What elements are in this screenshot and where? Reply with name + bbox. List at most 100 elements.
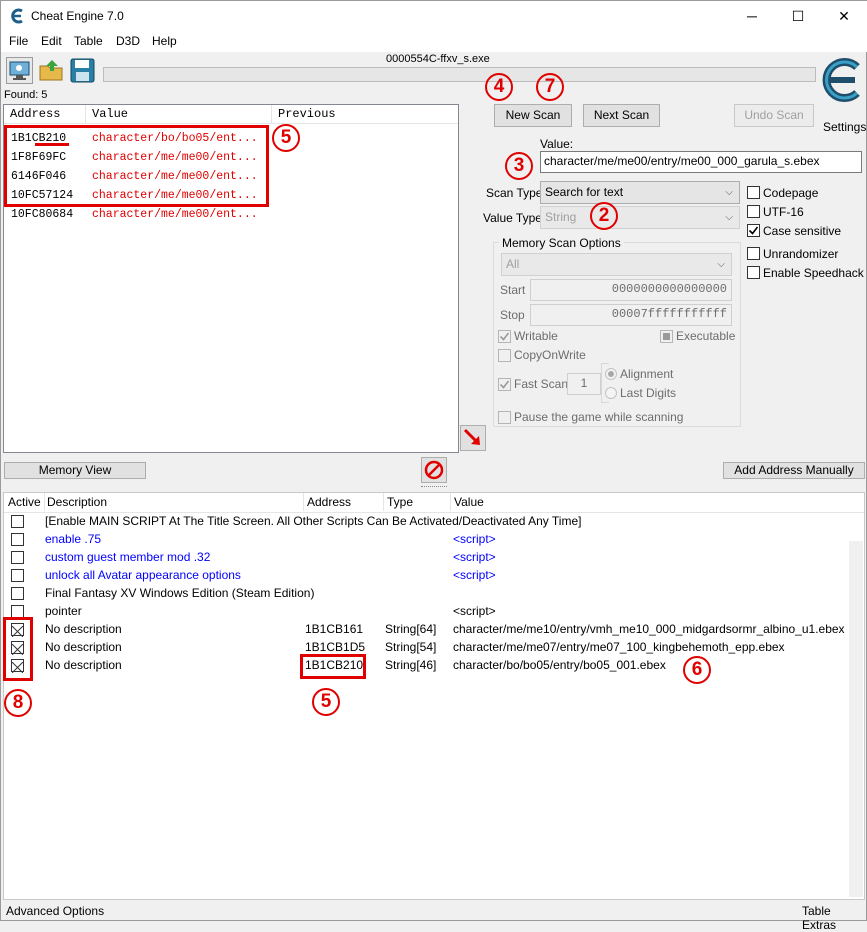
stop-icon[interactable] bbox=[421, 457, 447, 483]
result-address: 10FC80684 bbox=[11, 208, 74, 221]
row-value: <script> bbox=[453, 550, 496, 564]
chevron-down-icon: ⌵ bbox=[717, 259, 725, 270]
close-button[interactable]: ✕ bbox=[821, 1, 867, 32]
case-sensitive-label: Case sensitive bbox=[763, 224, 842, 238]
new-scan-button[interactable]: New Scan bbox=[494, 104, 572, 127]
row-type: String[46] bbox=[385, 658, 437, 672]
row-description: pointer bbox=[45, 604, 82, 618]
utf16-checkbox[interactable] bbox=[747, 205, 760, 218]
fastscan-checkbox[interactable] bbox=[498, 378, 511, 391]
annotation-number: 3 bbox=[505, 152, 533, 180]
table-row[interactable]: enable .75 <script> bbox=[4, 530, 849, 548]
scan-type-label: Scan Type bbox=[486, 186, 543, 200]
col-value[interactable]: Value bbox=[451, 493, 864, 511]
table-row[interactable]: [Enable MAIN SCRIPT At The Title Screen.… bbox=[4, 512, 849, 530]
undo-scan-button[interactable]: Undo Scan bbox=[734, 104, 814, 127]
annotation-number: 7 bbox=[536, 73, 564, 101]
table-row[interactable]: unlock all Avatar appearance options <scr… bbox=[4, 566, 849, 584]
scan-type-select[interactable]: Search for text ⌵ bbox=[540, 181, 740, 204]
cheat-engine-logo-icon[interactable] bbox=[819, 55, 867, 105]
table-row[interactable]: pointer <script> bbox=[4, 602, 849, 620]
codepage-label: Codepage bbox=[763, 186, 819, 200]
open-file-icon[interactable] bbox=[38, 57, 65, 84]
status-footer bbox=[1, 900, 866, 920]
stop-address-input[interactable]: 00007fffffffffff bbox=[530, 304, 732, 326]
row-value: <script> bbox=[453, 532, 496, 546]
minimize-button[interactable]: ─ bbox=[729, 1, 775, 32]
scan-value-input[interactable]: character/me/me00/entry/me00_000_garula_… bbox=[540, 151, 862, 173]
table-row[interactable]: No description 1B1CB1D5 String[54] characte… bbox=[4, 638, 849, 656]
menu-edit[interactable]: Edit bbox=[41, 34, 62, 48]
active-checkbox[interactable] bbox=[11, 533, 24, 546]
fastscan-value-input[interactable]: 1 bbox=[567, 373, 601, 395]
col-value[interactable]: Value bbox=[86, 105, 272, 123]
active-checkbox[interactable] bbox=[11, 569, 24, 582]
col-previous[interactable]: Previous bbox=[272, 105, 458, 123]
menu-help[interactable]: Help bbox=[152, 34, 177, 48]
check-icon bbox=[499, 332, 510, 341]
codepage-checkbox[interactable] bbox=[747, 186, 760, 199]
annotation-number: 6 bbox=[683, 656, 711, 684]
pause-game-checkbox[interactable] bbox=[498, 411, 511, 424]
value-type-select[interactable]: String ⌵ bbox=[540, 206, 740, 229]
maximize-button[interactable]: ☐ bbox=[775, 1, 821, 32]
lastdigits-radio[interactable] bbox=[605, 387, 617, 399]
table-row[interactable]: No description 1B1CB210 String[46] characte… bbox=[4, 656, 849, 674]
start-label: Start bbox=[500, 283, 526, 297]
value-type-label: Value Type bbox=[483, 211, 542, 225]
table-row[interactable]: No description 1B1CB161 String[64] characte… bbox=[4, 620, 849, 638]
col-address[interactable]: Address bbox=[304, 493, 384, 511]
row-description: Final Fantasy XV Windows Edition (Steam … bbox=[45, 586, 315, 600]
select-process-icon[interactable] bbox=[6, 57, 33, 84]
vertical-scrollbar[interactable] bbox=[849, 541, 863, 897]
next-scan-button[interactable]: Next Scan bbox=[583, 104, 660, 127]
memory-view-button[interactable]: Memory View bbox=[4, 462, 146, 479]
table-extras-link[interactable]: Table Extras bbox=[802, 904, 866, 932]
active-checkbox[interactable] bbox=[11, 515, 24, 528]
table-row[interactable]: Final Fantasy XV Windows Edition (Steam … bbox=[4, 584, 849, 602]
fastscan-label: Fast Scan bbox=[514, 377, 569, 391]
active-checkbox[interactable] bbox=[11, 551, 24, 564]
copyonwrite-checkbox[interactable] bbox=[498, 349, 511, 362]
scan-progress-bar bbox=[103, 67, 816, 82]
splitter-handle[interactable] bbox=[421, 486, 447, 489]
unrandomizer-checkbox[interactable] bbox=[747, 247, 760, 260]
annotation-number: 4 bbox=[485, 73, 513, 101]
speedhack-checkbox[interactable] bbox=[747, 266, 760, 279]
chevron-down-icon: ⌵ bbox=[725, 212, 733, 223]
annotation-underline bbox=[35, 143, 69, 146]
row-value: character/me/me07/entry/me07_100_kingbeh… bbox=[453, 640, 785, 654]
scan-type-value: Search for text bbox=[545, 185, 624, 199]
col-description[interactable]: Description bbox=[45, 493, 304, 511]
menu-file[interactable]: File bbox=[9, 34, 28, 48]
active-checkbox[interactable] bbox=[11, 587, 24, 600]
row-type: String[64] bbox=[385, 622, 437, 636]
row-description: enable .75 bbox=[45, 532, 102, 546]
col-active[interactable]: Active bbox=[4, 493, 45, 511]
save-file-icon[interactable] bbox=[69, 57, 96, 84]
writable-checkbox[interactable] bbox=[498, 330, 511, 343]
alignment-radio[interactable] bbox=[605, 368, 617, 380]
value-type-value: String bbox=[545, 210, 577, 224]
copyonwrite-label: CopyOnWrite bbox=[514, 348, 586, 362]
add-address-manually-button[interactable]: Add Address Manually bbox=[723, 462, 865, 479]
address-table[interactable]: Active Description Address Type Value [E… bbox=[3, 492, 865, 900]
start-address-input[interactable]: 0000000000000000 bbox=[530, 279, 732, 301]
col-address[interactable]: Address bbox=[4, 105, 86, 123]
advanced-options-link[interactable]: Advanced Options bbox=[6, 904, 104, 918]
menu-d3d[interactable]: D3D bbox=[116, 34, 140, 48]
col-type[interactable]: Type bbox=[384, 493, 451, 511]
case-sensitive-checkbox[interactable] bbox=[747, 224, 760, 237]
row-description: [Enable MAIN SCRIPT At The Title Screen.… bbox=[45, 514, 582, 528]
annotation-number: 8 bbox=[4, 689, 32, 717]
settings-label[interactable]: Settings bbox=[823, 120, 866, 134]
table-row[interactable]: custom guest member mod .32 <script> bbox=[4, 548, 849, 566]
memory-region-select[interactable]: All ⌵ bbox=[501, 253, 732, 276]
row-description: custom guest member mod .32 bbox=[45, 550, 211, 564]
window-title: Cheat Engine 7.0 bbox=[31, 9, 124, 23]
executable-checkbox[interactable] bbox=[660, 330, 673, 343]
row-address: 1B1CB161 bbox=[305, 622, 364, 636]
menu-table[interactable]: Table bbox=[74, 34, 103, 48]
add-to-list-arrow-button[interactable] bbox=[460, 425, 486, 451]
utf16-label: UTF-16 bbox=[763, 205, 804, 219]
